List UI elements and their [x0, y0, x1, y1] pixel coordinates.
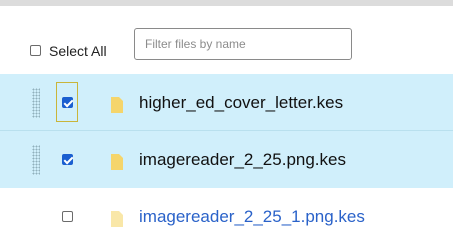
- row-checkbox-wrapper[interactable]: [56, 139, 78, 179]
- select-all-checkbox[interactable]: [30, 44, 41, 56]
- row-checkbox-wrapper[interactable]: [56, 196, 78, 236]
- folder-icon: [111, 97, 123, 113]
- file-list-panel: Select All higher_ed_cover_letter.kes im…: [0, 0, 453, 246]
- file-row[interactable]: imagereader_2_25.png.kes: [0, 131, 453, 188]
- file-name[interactable]: higher_ed_cover_letter.kes: [139, 93, 343, 113]
- folder-icon: [111, 211, 123, 227]
- drag-handle-icon[interactable]: [32, 145, 40, 175]
- row-checkbox[interactable]: [61, 96, 73, 108]
- file-name[interactable]: imagereader_2_25_1.png.kes: [139, 207, 365, 227]
- file-list: higher_ed_cover_letter.kes imagereader_2…: [0, 74, 453, 245]
- file-row[interactable]: imagereader_2_25_1.png.kes: [0, 188, 453, 245]
- file-row[interactable]: higher_ed_cover_letter.kes: [0, 74, 453, 131]
- filter-input[interactable]: [134, 28, 352, 60]
- list-toolbar: Select All: [0, 6, 453, 66]
- row-checkbox[interactable]: [61, 210, 73, 222]
- drag-handle-icon[interactable]: [32, 88, 40, 118]
- file-name[interactable]: imagereader_2_25.png.kes: [139, 150, 346, 170]
- folder-icon: [111, 154, 123, 170]
- row-checkbox-wrapper[interactable]: [56, 82, 78, 122]
- select-all-label: Select All: [49, 43, 107, 59]
- row-checkbox[interactable]: [61, 153, 73, 165]
- select-all-control[interactable]: Select All: [30, 42, 107, 59]
